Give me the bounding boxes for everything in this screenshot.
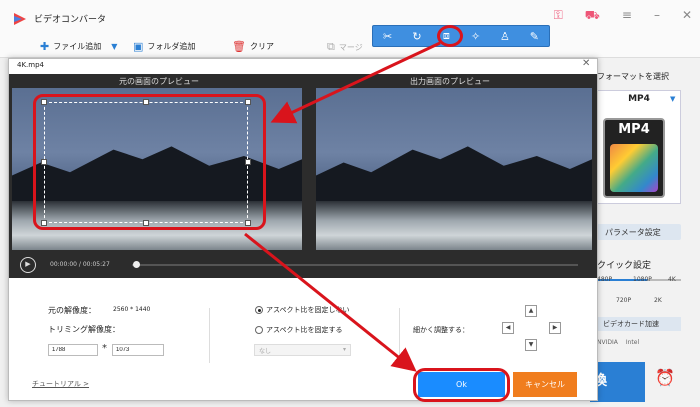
radio-aspect-fixed[interactable]: アスペクト比を固定する <box>255 325 343 335</box>
aspect-ratio-select[interactable]: なし ▾ <box>254 344 351 356</box>
dialog-title: 4K.mp4 <box>17 61 44 69</box>
annotation-highlight-ok <box>413 368 510 402</box>
key-icon[interactable]: ⚿ <box>554 8 563 24</box>
format-dropdown-icon[interactable]: ▼ <box>670 95 675 103</box>
original-resolution-label: 元の解像度： <box>48 306 96 315</box>
app-logo-icon <box>14 13 26 25</box>
trash-icon: 🗑 <box>232 40 246 53</box>
original-preview-label: 元の画面のプレビュー <box>119 77 199 86</box>
intel-logo: Intel <box>625 339 640 346</box>
format-name: MP4 <box>628 94 650 104</box>
original-resolution-value: 2560 * 1440 <box>113 306 151 313</box>
play-icon[interactable]: ▶ <box>20 257 36 273</box>
annotation-highlight-crop <box>33 94 266 230</box>
radio-unselected-icon <box>255 326 263 334</box>
output-preview-label: 出力画面のプレビュー <box>410 77 490 86</box>
trim-height-input[interactable] <box>112 344 164 356</box>
clear-label: クリア <box>249 42 274 51</box>
nvidia-logo: NVIDIA <box>597 339 618 346</box>
scissors-icon[interactable]: ✂ <box>379 30 397 43</box>
parameter-settings-button[interactable]: パラメータ設定 <box>597 224 681 240</box>
minimize-icon[interactable]: – <box>654 8 660 24</box>
menu-icon[interactable]: ≡ <box>622 8 632 24</box>
annotation-circle-crop-icon <box>437 25 463 47</box>
gpu-vendor-logos: NVIDIA Intel <box>597 339 639 346</box>
rotate-icon[interactable]: ↻ <box>408 30 426 43</box>
add-file-button[interactable]: ✚ ファイル追加 ▼ <box>40 40 117 53</box>
mp4-artwork-icon <box>610 144 658 192</box>
add-file-label: ファイル追加 <box>53 42 102 51</box>
trim-resolution-label: トリミング解像度： <box>48 325 120 334</box>
time-display: 00:00:00 / 00:05:27 <box>50 261 110 268</box>
cart-icon[interactable]: ⛟ <box>585 8 600 24</box>
radio-aspect-fixed-label: アスペクト比を固定する <box>266 326 343 334</box>
divider <box>399 308 400 363</box>
quality-mark: 480P <box>597 276 613 283</box>
merge-label: マージ <box>338 42 363 52</box>
quick-settings-label: クイック設定 <box>597 261 652 271</box>
quality-mark: 720P <box>616 297 632 304</box>
watermark-stamp-icon[interactable]: ♙ <box>496 30 514 43</box>
radio-aspect-free-label: アスペクト比を固定しない <box>266 306 350 314</box>
aspect-ratio-value: なし <box>259 348 272 355</box>
quality-mark: 1080P <box>633 276 652 283</box>
current-time: 00:00:00 <box>50 261 77 268</box>
nudge-right-button[interactable]: ▶ <box>549 322 561 334</box>
gpu-acceleration-button[interactable]: ビデオカード加速 <box>597 317 681 331</box>
nudge-down-button[interactable]: ▼ <box>525 339 537 351</box>
app-title: ビデオコンバータ <box>34 15 107 25</box>
chevron-down-icon: ▾ <box>342 346 346 353</box>
close-window-icon[interactable]: ✕ <box>682 8 692 24</box>
fine-adjust-label: 細かく調整する： <box>413 326 469 334</box>
dropdown-icon[interactable]: ▼ <box>111 42 117 51</box>
quality-mark: 4K <box>668 276 676 283</box>
quality-mark: 2K <box>654 297 662 304</box>
dialog-close-icon[interactable]: ✕ <box>582 58 590 69</box>
radio-aspect-free[interactable]: アスペクト比を固定しない <box>255 305 350 315</box>
alarm-clock-icon[interactable]: ⏰ <box>655 368 675 387</box>
merge-button[interactable]: ⧉ マージ <box>327 40 363 54</box>
trim-width-input[interactable] <box>48 344 98 356</box>
merge-icon: ⧉ <box>327 40 335 53</box>
multiply-sign: * <box>102 343 107 354</box>
radio-selected-icon <box>255 306 263 314</box>
output-preview-video <box>316 88 592 250</box>
nudge-left-button[interactable]: ◀ <box>502 322 514 334</box>
seek-bar[interactable] <box>132 264 578 266</box>
add-folder-label: フォルダ追加 <box>147 42 196 51</box>
time-separator: / <box>78 261 81 268</box>
clear-button[interactable]: 🗑 クリア <box>232 40 274 53</box>
format-select-label: フォーマットを選択 <box>597 72 669 81</box>
plus-icon: ✚ <box>40 40 50 53</box>
divider <box>209 308 210 363</box>
add-folder-button[interactable]: ▣ フォルダ追加 <box>133 40 195 53</box>
folder-plus-icon: ▣ <box>133 40 144 53</box>
tutorial-link[interactable]: チュートリアル > <box>32 379 89 389</box>
mp4-icon-text: MP4 <box>618 122 650 137</box>
subtitle-pen-icon[interactable]: ✎ <box>525 30 543 43</box>
effects-wand-icon[interactable]: ✧ <box>467 30 485 43</box>
cancel-button[interactable]: キャンセル <box>513 372 577 397</box>
total-time: 00:05:27 <box>82 261 110 268</box>
nudge-up-button[interactable]: ▲ <box>525 305 537 317</box>
seek-knob[interactable] <box>133 261 140 268</box>
window-controls: ⚿ ⛟ ≡ – ✕ <box>554 8 692 24</box>
